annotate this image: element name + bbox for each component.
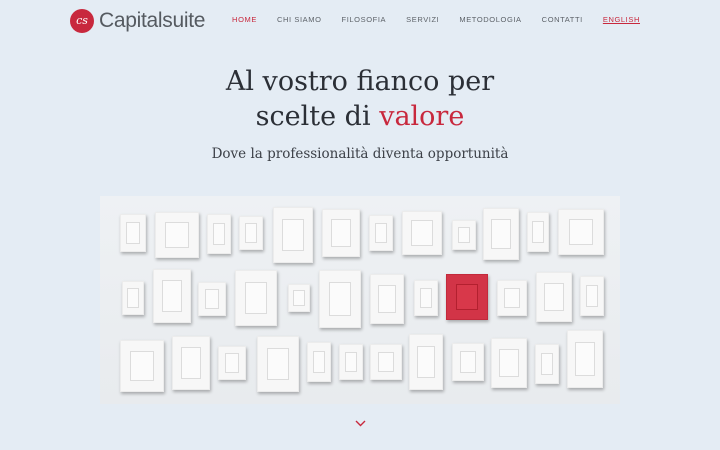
picture-frame bbox=[402, 211, 442, 255]
picture-frame bbox=[155, 212, 199, 258]
picture-frame bbox=[409, 334, 443, 390]
nav-contatti[interactable]: CONTATTI bbox=[542, 15, 583, 24]
scroll-down-button[interactable] bbox=[352, 416, 368, 430]
picture-frame bbox=[207, 214, 231, 254]
picture-frame bbox=[339, 344, 363, 380]
hero-title-line2-prefix: scelte di bbox=[255, 101, 380, 132]
nav-english[interactable]: ENGLISH bbox=[603, 15, 640, 24]
picture-frame bbox=[536, 272, 572, 322]
picture-frame bbox=[319, 270, 361, 328]
hero-subtitle: Dove la professionalità diventa opportun… bbox=[211, 146, 509, 162]
picture-frame bbox=[172, 336, 210, 390]
logo-text: Capitalsuite bbox=[99, 9, 206, 32]
picture-frame bbox=[558, 209, 604, 255]
picture-frame bbox=[580, 276, 604, 316]
frames-wall-image bbox=[100, 196, 620, 404]
hero-title-line1: Al vostro fianco per bbox=[225, 66, 495, 97]
logo[interactable]: cs Capitalsuite bbox=[70, 9, 205, 33]
picture-frame bbox=[370, 344, 402, 380]
logo-mark-icon: cs bbox=[70, 9, 94, 33]
picture-frame bbox=[452, 343, 484, 381]
picture-frame bbox=[535, 344, 559, 384]
picture-frame bbox=[483, 208, 519, 260]
picture-frame bbox=[288, 284, 310, 312]
picture-frame bbox=[307, 342, 331, 382]
picture-frame bbox=[370, 274, 404, 324]
picture-frame bbox=[452, 220, 476, 250]
hero-title-accent: valore bbox=[379, 101, 465, 132]
picture-frame bbox=[414, 280, 438, 316]
site-header: cs Capitalsuite HOME CHI SIAMO FILOSOFIA… bbox=[0, 0, 720, 44]
picture-frame bbox=[527, 212, 549, 252]
picture-frame bbox=[257, 336, 299, 392]
picture-frame bbox=[235, 270, 277, 326]
picture-frame bbox=[153, 269, 191, 323]
picture-frame bbox=[322, 209, 360, 257]
picture-frame bbox=[497, 280, 527, 316]
hero-title: Al vostro fianco per scelte di valore bbox=[0, 64, 720, 134]
picture-frame bbox=[122, 281, 144, 315]
nav-chi-siamo[interactable]: CHI SIAMO bbox=[277, 15, 322, 24]
nav-home[interactable]: HOME bbox=[232, 15, 257, 24]
picture-frame bbox=[567, 330, 603, 388]
picture-frame bbox=[120, 214, 146, 252]
nav-filosofia[interactable]: FILOSOFIA bbox=[342, 15, 387, 24]
nav-metodologia[interactable]: METODOLOGIA bbox=[459, 15, 521, 24]
picture-frame bbox=[218, 346, 246, 380]
picture-frame bbox=[239, 216, 263, 250]
chevron-down-icon bbox=[355, 420, 365, 426]
red-frame bbox=[446, 274, 488, 320]
picture-frame bbox=[120, 340, 164, 392]
picture-frame bbox=[273, 207, 313, 263]
picture-frame bbox=[369, 215, 393, 251]
picture-frame bbox=[198, 282, 226, 316]
nav-servizi[interactable]: SERVIZI bbox=[406, 15, 439, 24]
main-nav: HOME CHI SIAMO FILOSOFIA SERVIZI METODOL… bbox=[212, 15, 640, 24]
picture-frame bbox=[491, 338, 527, 388]
